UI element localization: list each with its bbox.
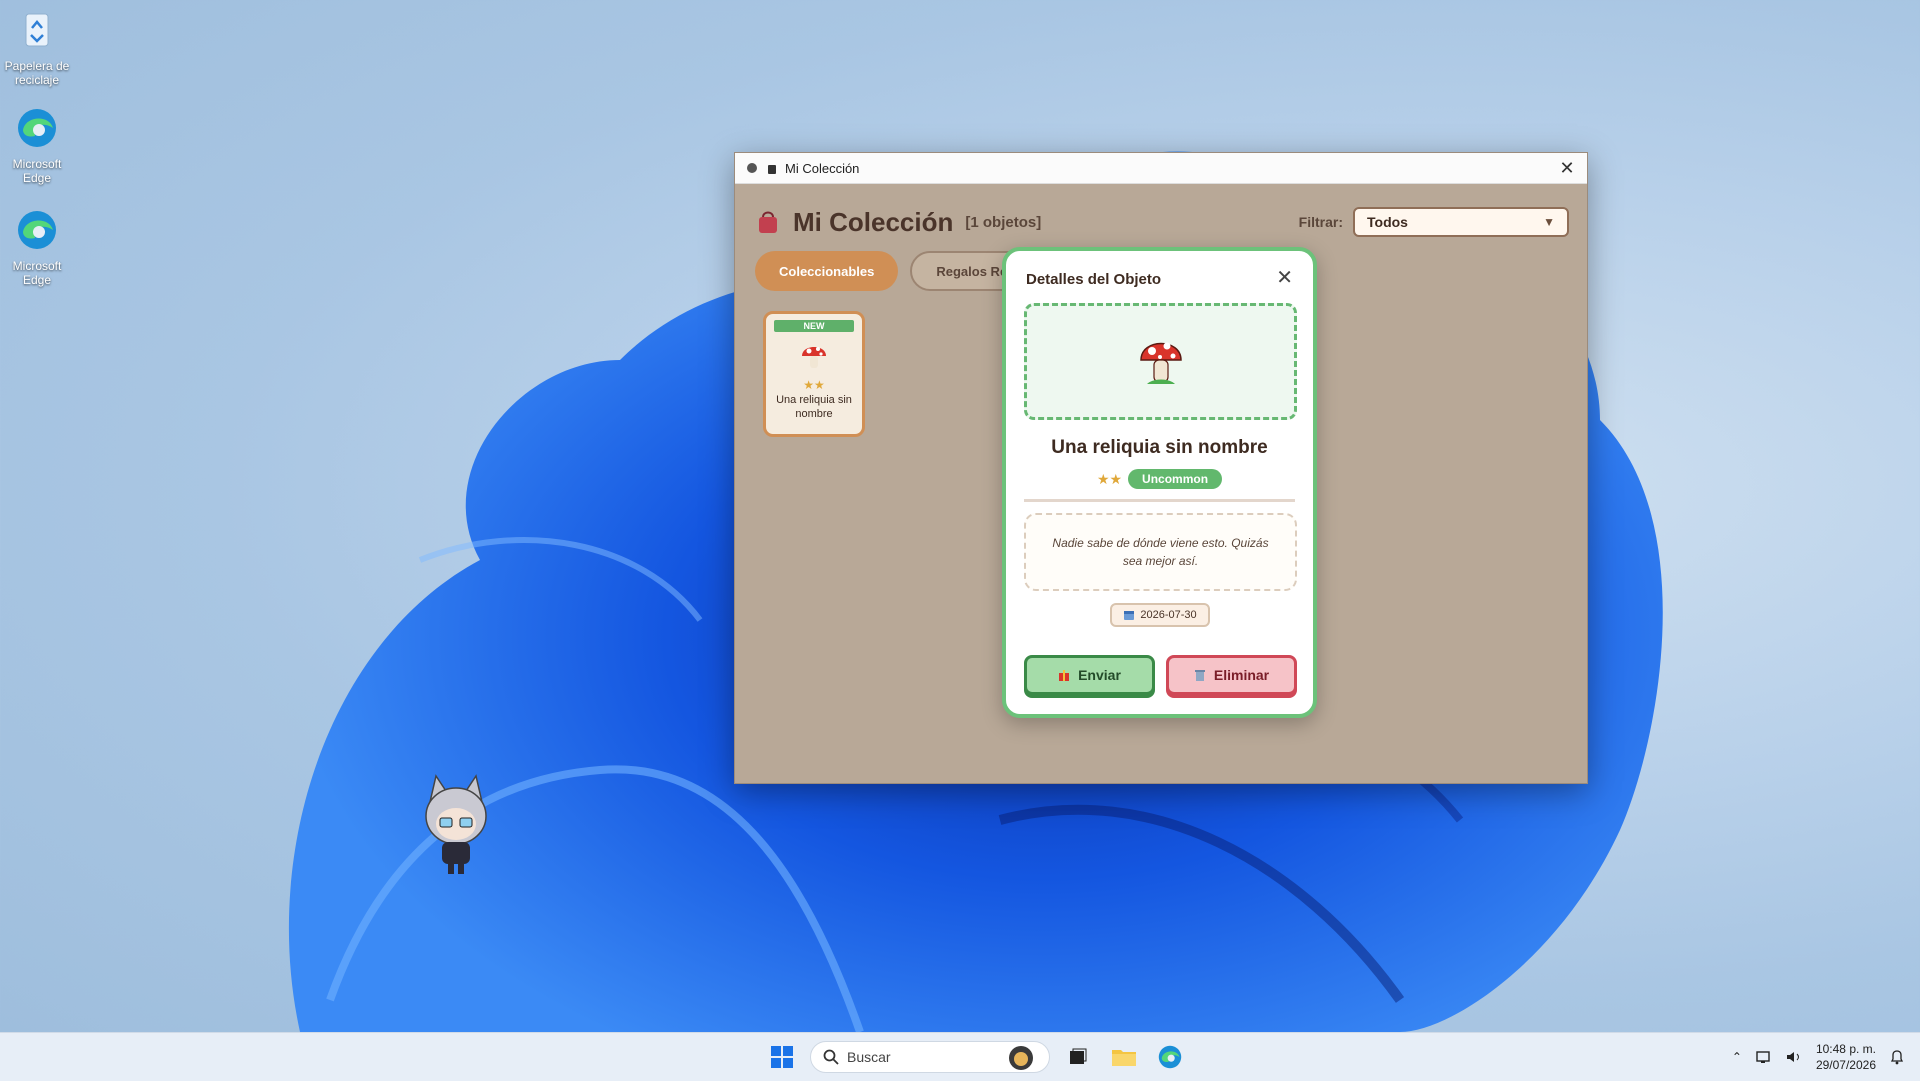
notification-bell-icon[interactable] (1890, 1049, 1904, 1065)
file-explorer-button[interactable] (1106, 1039, 1142, 1075)
filter-dropdown[interactable]: Todos ▼ (1353, 207, 1569, 237)
taskbar: Buscar ⌃ 10:48 p. m. 29/07/2026 (0, 1032, 1920, 1081)
desktop-icon-edge[interactable]: Microsoft Edge (4, 208, 70, 287)
network-icon[interactable] (1756, 1050, 1772, 1064)
chevron-up-icon[interactable]: ⌃ (1732, 1050, 1742, 1064)
bag-icon (759, 211, 777, 233)
close-icon: ✕ (1276, 267, 1293, 289)
acquired-date: 2026-07-30 (1140, 609, 1197, 621)
search-highlight-art (1009, 1046, 1033, 1070)
item-name: Una reliquia sin nombre (776, 394, 852, 420)
mushroom-icon (1139, 342, 1182, 384)
window-close-button[interactable]: ✕ (1547, 153, 1587, 183)
search-placeholder: Buscar (847, 1049, 891, 1065)
task-view-button[interactable] (1060, 1039, 1096, 1075)
filter-selected-value: Todos (1367, 214, 1408, 230)
filter-label: Filtrar: (1298, 214, 1343, 230)
send-label: Enviar (1078, 667, 1121, 683)
app-icon (747, 163, 757, 173)
rarity-row: ★★ Uncommon (1006, 469, 1313, 489)
windows-logo-icon (771, 1046, 793, 1068)
date-chip: 2026-07-30 (1110, 603, 1210, 627)
search-icon (823, 1049, 839, 1065)
gift-icon (1059, 670, 1070, 681)
desktop-icon-recycle-bin[interactable]: Papelera de reciclaje (4, 8, 70, 87)
modal-close-button[interactable]: ✕ (1276, 265, 1293, 290)
new-badge: NEW (774, 320, 854, 332)
desktop-pet-mascot[interactable] (418, 772, 494, 878)
folder-icon (1112, 1050, 1136, 1066)
edge-icon (18, 109, 56, 147)
desktop-icon-label: Microsoft Edge (12, 157, 62, 185)
taskbar-clock[interactable]: 10:48 p. m. 29/07/2026 (1816, 1041, 1876, 1073)
item-count: [1 objetos] (965, 213, 1042, 231)
tab-coleccionables[interactable]: Coleccionables (755, 251, 899, 291)
task-view-icon (1070, 1048, 1087, 1064)
taskbar-search[interactable]: Buscar (810, 1041, 1050, 1073)
mushroom-icon (802, 347, 826, 368)
modal-title: Detalles del Objeto (1026, 271, 1162, 288)
desktop-icon-label: Papelera de reciclaje (4, 59, 70, 87)
volume-icon[interactable] (1786, 1050, 1802, 1064)
divider (1024, 499, 1295, 502)
collection-item-card[interactable]: NEW ★★ Una reliquia sin nombre (763, 311, 865, 437)
item-details-modal: Detalles del Objeto ✕ Una reliquia sin n… (1002, 247, 1317, 718)
taskbar-center: Buscar (764, 1039, 1188, 1075)
rarity-stars: ★★ (1096, 470, 1123, 487)
edge-icon (1158, 1045, 1182, 1069)
window-title: Mi Colección (785, 160, 860, 176)
desktop-icon-label: Microsoft Edge (12, 259, 62, 287)
start-button[interactable] (764, 1039, 800, 1075)
send-button[interactable]: Enviar (1024, 655, 1155, 695)
edge-icon (18, 211, 56, 249)
calendar-icon (1124, 611, 1135, 620)
edge-taskbar-button[interactable] (1152, 1039, 1188, 1075)
close-icon: ✕ (1559, 157, 1575, 178)
rarity-stars: ★★ (803, 378, 825, 392)
chevron-down-icon: ▼ (1543, 215, 1555, 229)
recycle-bin-icon (25, 13, 49, 47)
item-preview (1024, 303, 1297, 420)
item-name: Una reliquia sin nombre (1051, 437, 1268, 458)
window-titlebar[interactable]: Mi Colección ✕ (735, 153, 1587, 184)
collection-header: Mi Colección [1 objetos] Filtrar: Todos … (757, 205, 1569, 239)
trash-icon (1194, 670, 1205, 681)
page-title: Mi Colección (793, 206, 954, 237)
rarity-badge: Uncommon (1128, 469, 1223, 489)
system-tray: ⌃ 10:48 p. m. 29/07/2026 (1732, 1039, 1904, 1075)
clock-date: 29/07/2026 (1815, 1058, 1876, 1072)
clock-time: 10:48 p. m. (1815, 1042, 1876, 1056)
bag-icon (768, 165, 776, 174)
delete-button[interactable]: Eliminar (1166, 655, 1297, 695)
desktop-icon-edge[interactable]: Microsoft Edge (4, 106, 70, 185)
item-description: Nadie sabe de dónde viene esto. Quizás s… (1024, 513, 1297, 591)
delete-label: Eliminar (1213, 667, 1270, 683)
